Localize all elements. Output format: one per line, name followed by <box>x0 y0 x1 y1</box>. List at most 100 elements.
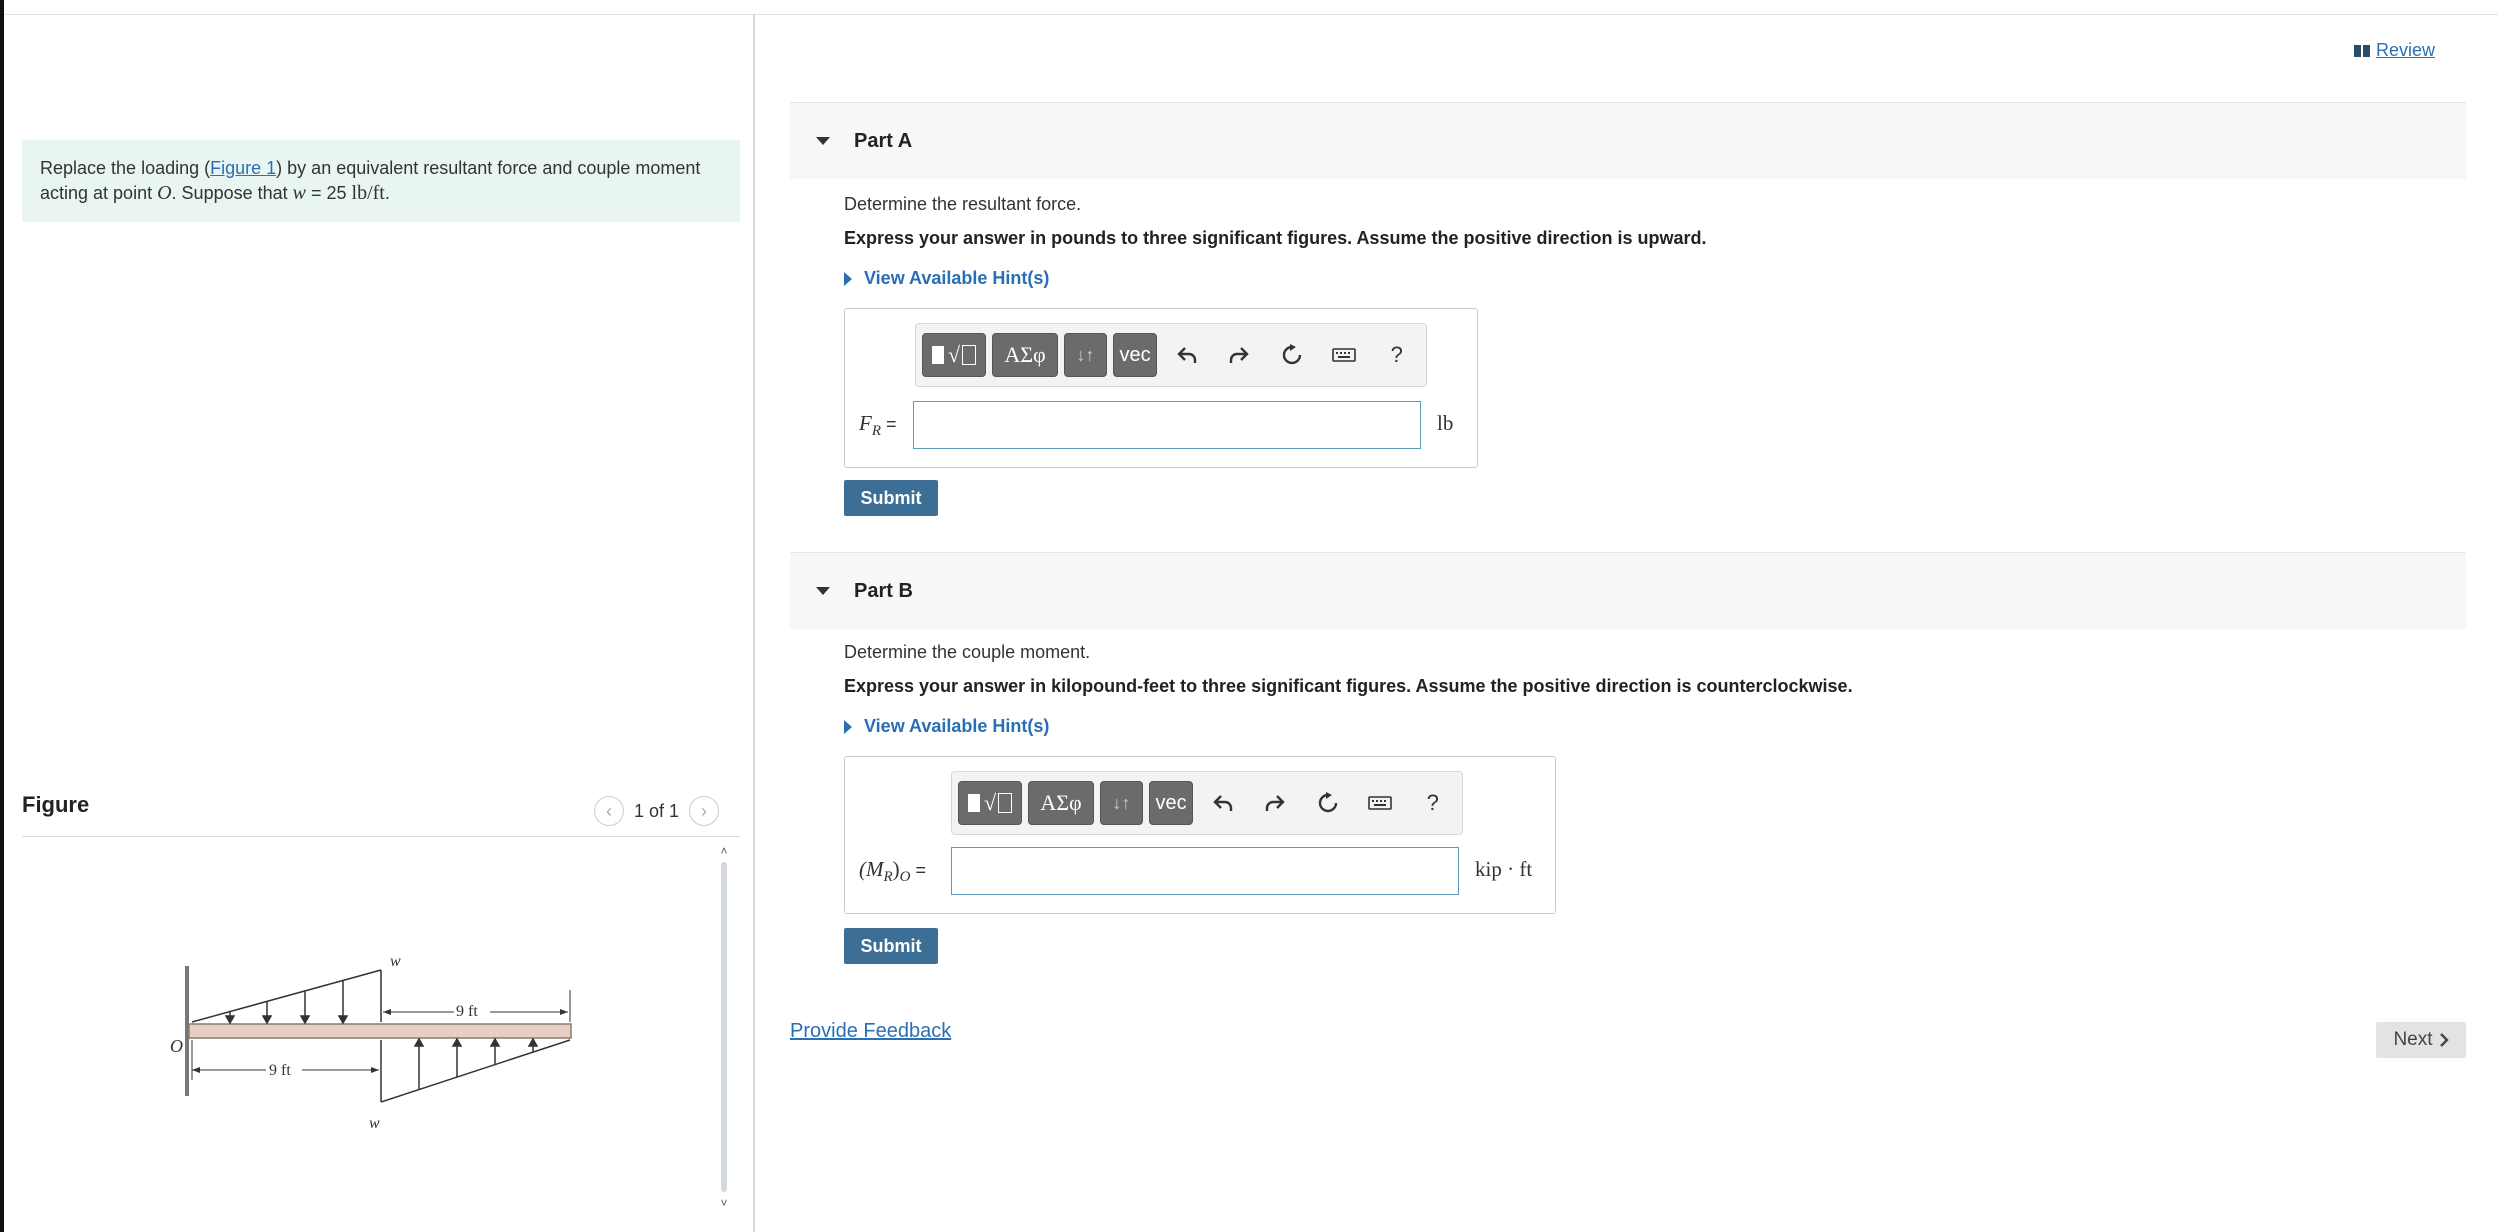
vec-glyph: vec <box>1119 343 1151 366</box>
math-toolbar: √ ΑΣφ ↓↑ vec ? <box>915 323 1427 387</box>
templates-glyph: √ <box>947 342 961 367</box>
part-b-input[interactable] <box>951 847 1459 895</box>
right-pane: Review Part A Determine the resultant fo… <box>790 14 2466 1232</box>
next-button[interactable]: Next <box>2376 1022 2466 1058</box>
subsup-glyph: ↓↑ <box>1112 792 1131 813</box>
problem-value: = 25 <box>305 183 352 203</box>
part-a-title: Part A <box>854 129 913 152</box>
provide-feedback-link[interactable]: Provide Feedback <box>790 1020 951 1043</box>
part-a-header[interactable]: Part A <box>790 102 2466 179</box>
keyboard-icon[interactable] <box>1321 333 1368 377</box>
help-icon[interactable]: ? <box>1409 781 1456 825</box>
greek-glyph: ΑΣφ <box>1040 790 1082 815</box>
caret-right-icon <box>844 271 852 286</box>
help-glyph: ? <box>1426 790 1439 815</box>
chevron-left-icon[interactable]: ‹ <box>594 796 624 826</box>
part-b-instruction: Express your answer in kilopound-feet to… <box>844 676 1853 696</box>
left-pane: Replace the loading (Figure 1) by an equ… <box>4 14 755 1232</box>
templates-glyph: √ <box>983 790 997 815</box>
caret-right-icon <box>844 719 852 734</box>
caret-down-icon <box>816 587 830 595</box>
reset-icon[interactable] <box>1304 781 1351 825</box>
part-a-hint-toggle[interactable]: View Available Hint(s) <box>844 268 1049 289</box>
label-w-bottom: w <box>369 1115 380 1132</box>
label-eq: = <box>881 414 897 434</box>
label-dim-bottom: 9 ft <box>269 1062 291 1079</box>
part-b-answer-box: √ ΑΣφ ↓↑ vec ? (MR)O = kip · ft <box>844 756 1556 914</box>
caret-down-icon <box>816 137 830 145</box>
problem-text: Replace the loading ( <box>40 158 211 178</box>
figure-link[interactable]: Figure 1 <box>210 158 276 178</box>
label-dim-top: 9 ft <box>456 1003 478 1020</box>
label-sub-o: O <box>899 869 911 886</box>
part-b-unit: kip · ft <box>1475 857 1533 881</box>
review-link[interactable]: Review <box>2354 40 2435 61</box>
templates-button[interactable]: √ <box>922 333 987 377</box>
part-a-answer-box: √ ΑΣφ ↓↑ vec ? FR = lb <box>844 308 1478 468</box>
greek-button[interactable]: ΑΣφ <box>1028 781 1094 825</box>
review-label: Review <box>2376 40 2436 60</box>
chevron-right-icon[interactable]: › <box>689 796 720 826</box>
problem-text: . <box>384 183 390 203</box>
part-a-unit: lb <box>1437 411 1454 435</box>
hint-label: View Available Hint(s) <box>864 268 1050 288</box>
problem-text: ) by an equivalent resultant force and c… <box>276 158 701 178</box>
part-b-question: Determine the couple moment. <box>844 642 1091 662</box>
problem-text: . Suppose that <box>171 183 293 203</box>
beam-figure: O w w 9 ft 9 ft <box>170 953 572 1132</box>
part-a-question: Determine the resultant force. <box>844 194 1082 214</box>
redo-icon[interactable] <box>1216 333 1263 377</box>
vec-button[interactable]: vec <box>1148 781 1194 825</box>
help-icon[interactable]: ? <box>1373 333 1420 377</box>
label-eq: = <box>910 860 927 880</box>
part-a-input[interactable] <box>913 401 1421 449</box>
undo-icon[interactable] <box>1199 781 1246 825</box>
book-icon <box>2354 44 2370 57</box>
figure-pager: ‹ 1 of 1 › <box>594 794 720 828</box>
label-close: ) <box>892 857 900 881</box>
figure-title: Figure <box>22 792 90 817</box>
point-o: O <box>157 182 172 204</box>
part-a-submit-button[interactable]: Submit <box>844 480 938 516</box>
vec-glyph: vec <box>1155 791 1187 814</box>
part-b-hint-toggle[interactable]: View Available Hint(s) <box>844 716 1049 737</box>
top-border <box>0 0 2498 15</box>
subsup-glyph: ↓↑ <box>1076 344 1095 365</box>
math-toolbar: √ ΑΣφ ↓↑ vec ? <box>951 771 1463 835</box>
part-b-label: (MR)O = <box>859 857 926 886</box>
part-b-header[interactable]: Part B <box>790 552 2466 629</box>
scroll-down-icon[interactable]: ˅ <box>719 1196 729 1210</box>
part-a-label: FR = <box>859 411 897 440</box>
scroll-thumb[interactable] <box>721 862 727 1192</box>
greek-glyph: ΑΣφ <box>1004 342 1046 367</box>
figure-divider <box>22 836 740 837</box>
label-sub-r: R <box>883 869 893 886</box>
label-w-top: w <box>390 953 401 970</box>
subsup-button[interactable]: ↓↑ <box>1064 333 1107 377</box>
undo-icon[interactable] <box>1163 333 1210 377</box>
problem-unit: lb/ft <box>351 182 385 204</box>
figure-scrollbar[interactable]: ˄ ˅ <box>719 844 729 1210</box>
label-o: O <box>170 1036 183 1056</box>
figure-counter: 1 of 1 <box>634 800 680 821</box>
reset-icon[interactable] <box>1268 333 1315 377</box>
vec-button[interactable]: vec <box>1112 333 1158 377</box>
part-a-instruction: Express your answer in pounds to three s… <box>844 228 1707 248</box>
subsup-button[interactable]: ↓↑ <box>1100 781 1143 825</box>
scroll-up-icon[interactable]: ˄ <box>719 844 729 858</box>
part-b-title: Part B <box>854 579 913 602</box>
next-label: Next <box>2393 1029 2433 1050</box>
label-sub-r: R <box>871 423 881 440</box>
redo-icon[interactable] <box>1252 781 1299 825</box>
problem-text: acting at point <box>40 183 158 203</box>
templates-button[interactable]: √ <box>958 781 1023 825</box>
chevron-right-icon <box>2439 1033 2449 1047</box>
part-b-submit-button[interactable]: Submit <box>844 928 938 964</box>
keyboard-icon[interactable] <box>1357 781 1404 825</box>
problem-statement: Replace the loading (Figure 1) by an equ… <box>22 140 740 222</box>
label-f: F <box>859 411 872 435</box>
hint-label: View Available Hint(s) <box>864 716 1050 736</box>
greek-button[interactable]: ΑΣφ <box>992 333 1058 377</box>
var-w: w <box>292 182 306 204</box>
help-glyph: ? <box>1390 342 1403 367</box>
